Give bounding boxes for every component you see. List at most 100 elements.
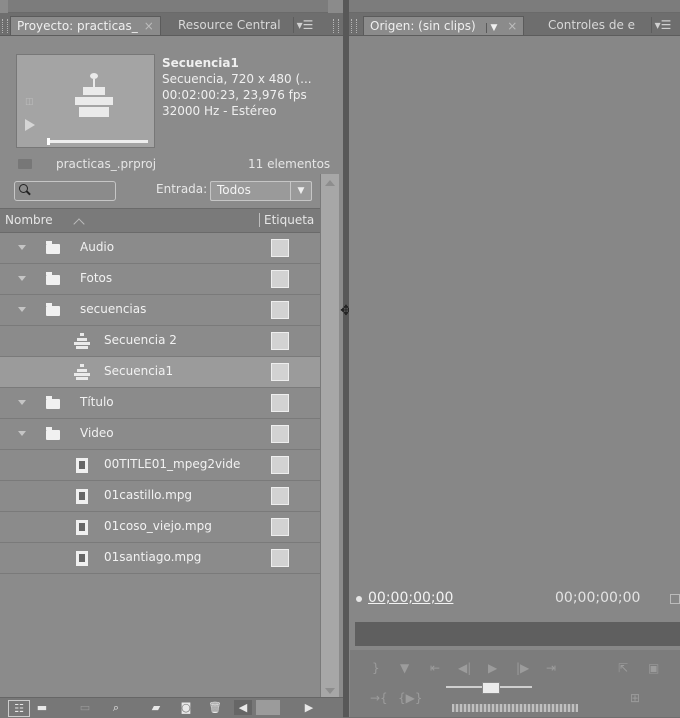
item-label: Video [80, 426, 114, 440]
tab-project-label: Proyecto: practicas_ [17, 19, 138, 33]
duration-timecode: 00;00;00;00 [555, 590, 641, 606]
preview-scrub-handle[interactable] [47, 138, 50, 145]
preview-thumbnail: ◫ [16, 54, 155, 148]
label-color-swatch[interactable] [271, 487, 289, 505]
list-item[interactable]: Fotos [0, 264, 320, 295]
list-item[interactable]: Video [0, 419, 320, 450]
panel-menu-icon[interactable]: ▾☰ [651, 17, 674, 33]
automate-icon[interactable]: ▭ [72, 700, 98, 715]
label-color-swatch[interactable] [271, 394, 289, 412]
export-frame-icon[interactable]: ⊞ [630, 692, 640, 704]
label-color-swatch[interactable] [271, 270, 289, 288]
preview-name: Secuencia1 [162, 56, 239, 70]
new-item-icon[interactable]: ◙ [178, 700, 194, 715]
find-icon[interactable]: ⌕ [108, 700, 124, 715]
icon-view-icon[interactable]: ▬ [34, 700, 50, 715]
project-folder-icon [18, 159, 32, 169]
source-tabstrip: Origen: (sin clips) ▼ × Controles de e ▾… [349, 13, 680, 36]
scroll-up-icon[interactable] [325, 180, 335, 186]
panel-top-scrollbar[interactable] [8, 0, 328, 13]
entrada-dropdown[interactable]: Todos ▼ [210, 181, 312, 201]
collapse-triangle-icon[interactable] [18, 245, 26, 250]
go-to-in-icon[interactable]: ⇤ [430, 662, 440, 674]
step-back-icon[interactable]: ◀| [458, 662, 471, 674]
preview-scrub-bar[interactable] [47, 140, 148, 143]
tab-source-label: Origen: (sin clips) [370, 19, 476, 33]
label-color-swatch[interactable] [271, 549, 289, 567]
label-color-swatch[interactable] [271, 425, 289, 443]
label-color-swatch[interactable] [271, 332, 289, 350]
list-scrollbar[interactable] [320, 174, 339, 704]
collapse-triangle-icon[interactable] [18, 431, 26, 436]
scroll-right-icon[interactable]: ▶ [302, 700, 316, 715]
list-item[interactable]: Audio [0, 233, 320, 264]
clip-icon [76, 551, 88, 566]
close-icon[interactable]: × [144, 19, 154, 33]
list-item[interactable]: 01santiago.mpg [0, 543, 320, 574]
collapse-triangle-icon[interactable] [18, 400, 26, 405]
tab-effect-controls[interactable]: Controles de e [542, 16, 641, 34]
chevron-down-icon: ▼ [290, 182, 311, 200]
panel-top-scrollbar[interactable] [349, 0, 680, 13]
tab-project[interactable]: Proyecto: practicas_ × [10, 16, 161, 35]
tab-source[interactable]: Origen: (sin clips) ▼ × [363, 16, 525, 35]
item-label: secuencias [80, 302, 147, 316]
clip-icon [76, 489, 88, 504]
panel-grip-handle[interactable] [351, 19, 357, 33]
close-icon[interactable]: × [507, 19, 517, 33]
overlay-icon[interactable]: ▣ [648, 662, 659, 674]
search-input[interactable] [14, 181, 116, 201]
list-item[interactable]: 00TITLE01_mpeg2vide [0, 450, 320, 481]
list-item[interactable]: Secuencia1 [0, 357, 320, 388]
panel-menu-icon[interactable]: ▾☰ [293, 17, 316, 33]
item-label: Audio [80, 240, 115, 254]
go-to-out-icon[interactable]: ⇥ [546, 662, 556, 674]
label-color-swatch[interactable] [271, 456, 289, 474]
play-in-to-out-icon[interactable]: →{ [370, 692, 388, 704]
panel-grip-handle-right[interactable] [333, 19, 339, 33]
chevron-down-icon[interactable]: ▼ [485, 23, 498, 33]
play-icon[interactable]: ▶ [488, 662, 497, 674]
loop-icon[interactable]: {▶} [398, 692, 423, 704]
tab-resource-central[interactable]: Resource Central [172, 16, 287, 34]
item-label: 01santiago.mpg [104, 550, 202, 564]
list-item[interactable]: 01coso_viejo.mpg [0, 512, 320, 543]
scroll-down-icon[interactable] [325, 688, 335, 694]
play-icon[interactable] [25, 119, 35, 131]
list-item[interactable]: Título [0, 388, 320, 419]
scroll-left-icon[interactable]: ◀ [234, 700, 252, 715]
project-tabstrip: Proyecto: practicas_ × Resource Central ▾… [0, 13, 343, 36]
horizontal-scroll-thumb[interactable] [256, 700, 280, 715]
item-label: 00TITLE01_mpeg2vide [104, 457, 241, 471]
mark-in-icon[interactable]: } [372, 662, 380, 674]
list-item[interactable]: Secuencia 2 [0, 326, 320, 357]
label-color-swatch[interactable] [271, 518, 289, 536]
column-label-header[interactable]: Etiqueta [264, 213, 314, 227]
insert-icon[interactable]: ⇱ [618, 662, 628, 674]
step-forward-icon[interactable]: |▶ [516, 662, 529, 674]
entrada-value: Todos [217, 183, 251, 197]
column-separator[interactable] [259, 213, 260, 227]
folder-icon [46, 241, 60, 254]
collapse-triangle-icon[interactable] [18, 276, 26, 281]
list-item[interactable]: 01castillo.mpg [0, 481, 320, 512]
project-filename: practicas_.prproj [56, 157, 157, 171]
mark-out-icon[interactable]: ▼ [400, 662, 409, 674]
panel-grip-handle[interactable] [2, 19, 8, 33]
delete-icon[interactable]: 🗑 [207, 700, 223, 715]
list-view-icon[interactable]: ☷ [8, 700, 30, 717]
label-color-swatch[interactable] [271, 239, 289, 257]
column-name-header[interactable]: Nombre [5, 213, 53, 227]
new-bin-icon[interactable]: ▰ [148, 700, 164, 715]
time-ruler[interactable] [355, 622, 680, 646]
current-timecode[interactable]: 00;00;00;00 [368, 590, 453, 606]
poster-frame-icon[interactable]: ◫ [25, 97, 35, 107]
preview-type: Secuencia, 720 x 480 (... [162, 72, 312, 86]
collapse-triangle-icon[interactable] [18, 307, 26, 312]
label-color-swatch[interactable] [271, 363, 289, 381]
list-item[interactable]: secuencias [0, 295, 320, 326]
label-color-swatch[interactable] [271, 301, 289, 319]
jog-handle[interactable] [482, 682, 500, 694]
shuttle-slider[interactable] [452, 704, 578, 712]
duration-icon [670, 594, 680, 604]
